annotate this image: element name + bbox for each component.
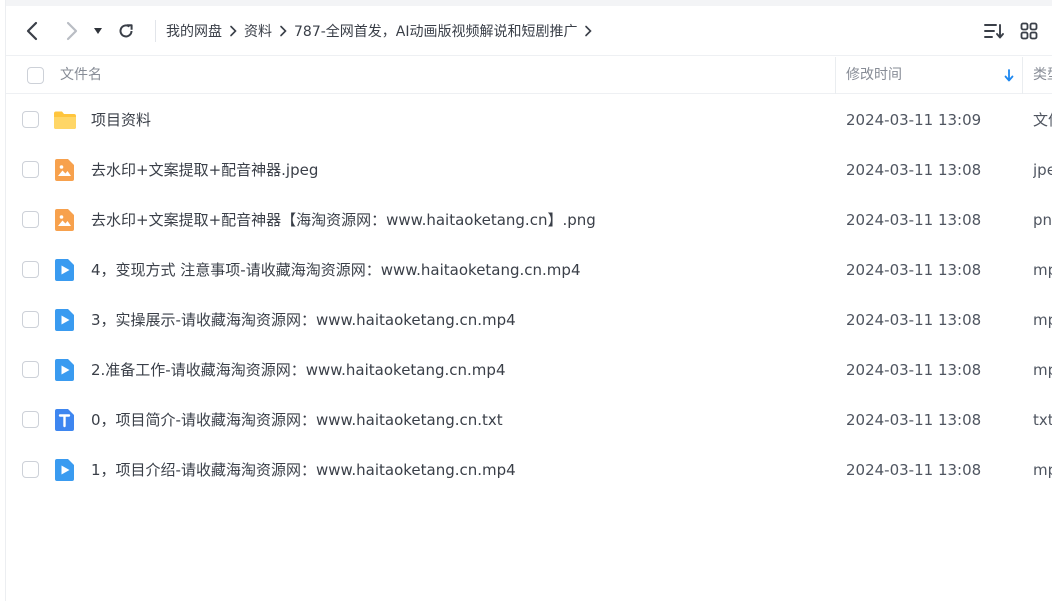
table-row[interactable]: 去水印+文案提取+配音神器.jpeg 2024-03-11 13:08 jpeg (6, 145, 1052, 195)
grid-view-icon (1020, 22, 1038, 40)
name-column-header[interactable]: 文件名 (60, 57, 102, 94)
row-checkbox[interactable] (22, 461, 39, 478)
forward-button[interactable] (58, 18, 84, 44)
file-name: 0，项目简介-请收藏海淘资源网：www.haitaoketang.cn.txt (91, 411, 503, 429)
refresh-button[interactable] (113, 18, 139, 44)
chevron-right-icon (577, 25, 599, 37)
sort-icon (984, 24, 1004, 39)
file-name: 1，项目介绍-请收藏海淘资源网：www.haitaoketang.cn.mp4 (91, 461, 516, 479)
folder-icon (54, 111, 76, 129)
row-checkbox[interactable] (22, 411, 39, 428)
row-checkbox[interactable] (22, 361, 39, 378)
row-checkbox[interactable] (22, 211, 39, 228)
back-button[interactable] (20, 18, 46, 44)
file-type: mp4 (1033, 261, 1052, 279)
caret-down-icon (94, 28, 102, 34)
video-file-icon (55, 259, 74, 281)
table-row[interactable]: 0，项目简介-请收藏海淘资源网：www.haitaoketang.cn.txt … (6, 395, 1052, 445)
file-modified-date: 2024-03-11 13:08 (846, 161, 982, 179)
table-row[interactable]: 项目资料 2024-03-11 13:09 文件夹 (6, 95, 1052, 145)
video-file-icon (55, 459, 74, 481)
text-file-icon (55, 409, 74, 431)
file-type: mp4 (1033, 461, 1052, 479)
file-modified-date: 2024-03-11 13:09 (846, 111, 982, 129)
row-checkbox[interactable] (22, 161, 39, 178)
row-checkbox[interactable] (22, 311, 39, 328)
file-modified-date: 2024-03-11 13:08 (846, 211, 982, 229)
chevron-right-icon (222, 25, 244, 37)
file-browser: 我的网盘 资料 787-全网首发，AI动画版视频解说和短剧推广 文件名 修改时间… (5, 0, 1052, 601)
file-modified-date: 2024-03-11 13:08 (846, 261, 982, 279)
table-row[interactable]: 去水印+文案提取+配音神器【海淘资源网：www.haitaoketang.cn】… (6, 195, 1052, 245)
file-type: mp4 (1033, 361, 1052, 379)
table-row[interactable]: 4，变现方式 注意事项-请收藏海淘资源网：www.haitaoketang.cn… (6, 245, 1052, 295)
file-modified-date: 2024-03-11 13:08 (846, 461, 982, 479)
column-resizer[interactable] (835, 57, 836, 94)
file-name: 4，变现方式 注意事项-请收藏海淘资源网：www.haitaoketang.cn… (91, 261, 581, 279)
sort-descending-arrow-icon (1004, 69, 1014, 82)
date-column-header[interactable]: 修改时间 (846, 57, 902, 94)
chevron-left-icon (26, 21, 38, 41)
table-row[interactable]: 1，项目介绍-请收藏海淘资源网：www.haitaoketang.cn.mp4 … (6, 445, 1052, 495)
file-type: jpeg (1033, 161, 1052, 179)
table-row[interactable]: 2.准备工作-请收藏海淘资源网：www.haitaoketang.cn.mp4 … (6, 345, 1052, 395)
file-type: 文件夹 (1033, 111, 1052, 129)
video-file-icon (55, 359, 74, 381)
row-checkbox[interactable] (22, 261, 39, 278)
image-file-icon (55, 209, 74, 231)
toolbar-divider (155, 20, 156, 42)
file-modified-date: 2024-03-11 13:08 (846, 411, 982, 429)
file-modified-date: 2024-03-11 13:08 (846, 361, 982, 379)
refresh-icon (119, 24, 133, 38)
breadcrumb-item-root[interactable]: 我的网盘 (166, 21, 222, 41)
file-type: png (1033, 211, 1052, 229)
file-modified-date: 2024-03-11 13:08 (846, 311, 982, 329)
file-type: mp4 (1033, 311, 1052, 329)
file-type: txt (1033, 411, 1052, 429)
breadcrumb-item-materials[interactable]: 资料 (244, 21, 272, 41)
toolbar: 我的网盘 资料 787-全网首发，AI动画版视频解说和短剧推广 (6, 6, 1052, 56)
file-name: 去水印+文案提取+配音神器.jpeg (91, 161, 319, 179)
sort-button[interactable] (981, 18, 1007, 44)
chevron-right-icon (272, 25, 294, 37)
video-file-icon (55, 309, 74, 331)
row-checkbox[interactable] (22, 111, 39, 128)
file-name: 2.准备工作-请收藏海淘资源网：www.haitaoketang.cn.mp4 (91, 361, 506, 379)
breadcrumb-item-current[interactable]: 787-全网首发，AI动画版视频解说和短剧推广 (294, 21, 577, 41)
file-name: 去水印+文案提取+配音神器【海淘资源网：www.haitaoketang.cn】… (91, 211, 596, 229)
chevron-right-icon (66, 21, 78, 41)
file-name: 3，实操展示-请收藏海淘资源网：www.haitaoketang.cn.mp4 (91, 311, 516, 329)
file-list: 项目资料 2024-03-11 13:09 文件夹 去水印+文案提取+配音神器.… (6, 95, 1052, 495)
column-header: 文件名 修改时间 类型 (6, 57, 1052, 94)
breadcrumb: 我的网盘 资料 787-全网首发，AI动画版视频解说和短剧推广 (166, 19, 599, 43)
image-file-icon (55, 159, 74, 181)
table-row[interactable]: 3，实操展示-请收藏海淘资源网：www.haitaoketang.cn.mp4 … (6, 295, 1052, 345)
grid-view-button[interactable] (1016, 18, 1042, 44)
column-resizer[interactable] (1022, 57, 1023, 94)
history-dropdown-button[interactable] (88, 18, 108, 44)
select-all-checkbox[interactable] (27, 67, 44, 84)
type-column-header[interactable]: 类型 (1033, 57, 1052, 94)
file-name: 项目资料 (91, 111, 152, 129)
